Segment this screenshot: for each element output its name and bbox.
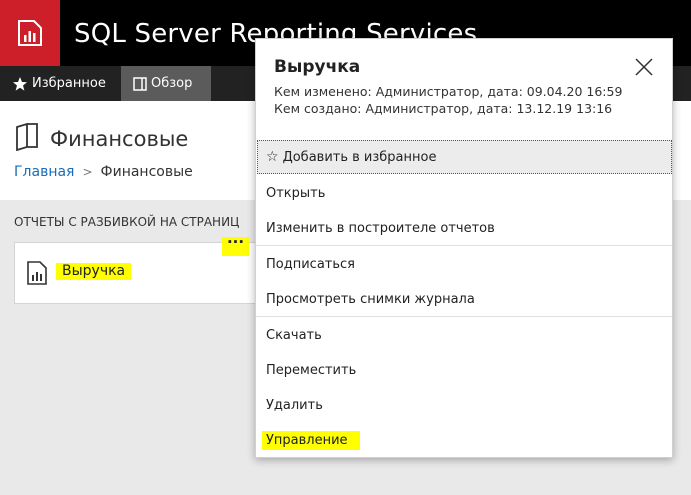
folder-title-text: Финансовые [50, 127, 189, 151]
more-options-button[interactable]: ··· [222, 235, 249, 256]
report-logo-icon[interactable] [0, 0, 60, 66]
modified-info: Кем изменено: Администратор, дата: 09.04… [274, 84, 623, 99]
menu-subscribe[interactable]: Подписаться [266, 257, 355, 272]
menu-divider [256, 316, 672, 317]
chevron-right-icon: > [82, 165, 93, 179]
close-icon[interactable] [633, 56, 655, 78]
nav-favorites[interactable]: Избранное [12, 66, 106, 101]
created-info: Кем создано: Администратор, дата: 13.12.… [274, 101, 613, 116]
menu-delete[interactable]: Удалить [266, 398, 323, 413]
section-title: ОТЧЕТЫ С РАЗБИВКОЙ НА СТРАНИЦ [14, 215, 240, 229]
menu-add-favorite[interactable]: ☆ Добавить в избранное [257, 140, 672, 174]
report-icon [27, 261, 47, 289]
menu-manage[interactable]: Управление [262, 431, 360, 450]
nav-browse[interactable]: Обзор [121, 66, 211, 101]
menu-edit-report-builder[interactable]: Изменить в построителе отчетов [266, 221, 495, 236]
nav-favorites-label: Избранное [32, 76, 106, 91]
breadcrumb: Главная > Финансовые [14, 164, 193, 180]
breadcrumb-home[interactable]: Главная [14, 164, 74, 180]
menu-view-history[interactable]: Просмотреть снимки журнала [266, 292, 475, 307]
report-name[interactable]: Выручка [56, 263, 132, 280]
star-outline-icon: ☆ [266, 149, 279, 165]
browse-icon [133, 76, 147, 91]
menu-move[interactable]: Переместить [266, 363, 356, 378]
menu-divider [256, 245, 672, 246]
menu-add-favorite-label: Добавить в избранное [282, 149, 437, 165]
report-context-popup: Выручка Кем изменено: Администратор, дат… [255, 38, 673, 458]
star-icon [12, 76, 28, 92]
popup-title: Выручка [274, 57, 361, 77]
folder-icon [14, 122, 40, 155]
nav-browse-label: Обзор [151, 76, 193, 91]
page-title: Финансовые [14, 122, 189, 155]
menu-download[interactable]: Скачать [266, 328, 322, 343]
menu-open[interactable]: Открыть [266, 186, 325, 201]
breadcrumb-current: Финансовые [100, 164, 193, 180]
